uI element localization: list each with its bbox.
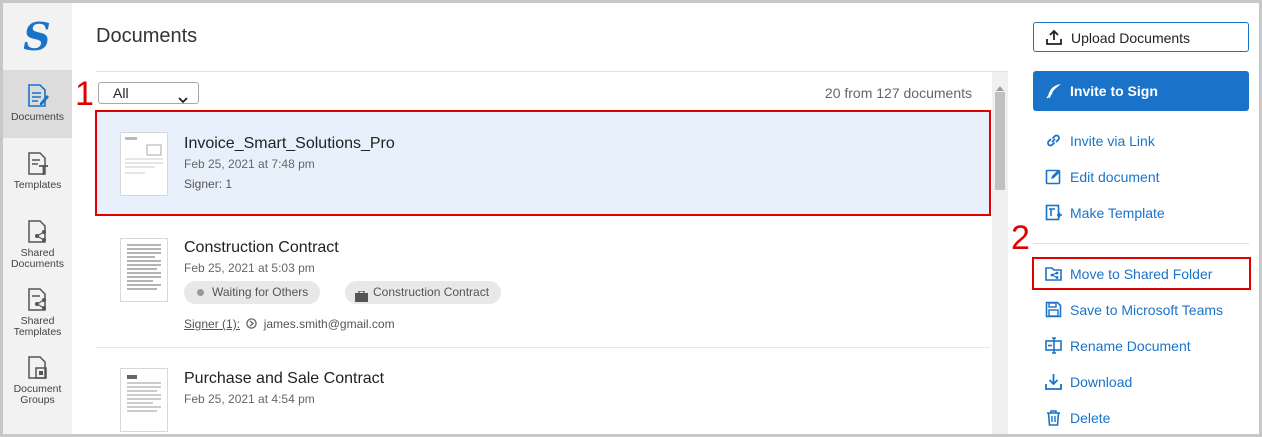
template-icon bbox=[1045, 204, 1062, 221]
document-signer: Signer (1): james.smith@gmail.com bbox=[184, 317, 395, 332]
document-count: 20 from 127 documents bbox=[824, 85, 972, 101]
sidebar-item-label: Documents bbox=[10, 111, 65, 123]
link-icon bbox=[1047, 134, 1060, 147]
sidebar-item-document-groups[interactable]: Document Groups bbox=[3, 355, 72, 411]
signer-link[interactable]: Signer (1): bbox=[184, 317, 240, 331]
edit-icon bbox=[1045, 169, 1061, 185]
document-filter-select[interactable]: All bbox=[98, 82, 199, 104]
feather-pen-icon bbox=[1046, 84, 1061, 99]
sidebar-item-shared-documents[interactable]: Shared Documents bbox=[3, 219, 72, 275]
sidebar-item-documents[interactable]: Documents bbox=[3, 70, 72, 138]
sidebar-item-shared-templates[interactable]: Shared Templates bbox=[3, 287, 72, 343]
document-row[interactable]: Purchase and Sale Contract Feb 25, 2021 … bbox=[96, 348, 990, 434]
sidebar-item-label: Shared Templates bbox=[13, 315, 62, 338]
document-name[interactable]: Purchase and Sale Contract bbox=[184, 370, 384, 388]
document-thumbnail bbox=[120, 238, 168, 302]
documents-icon bbox=[3, 83, 72, 109]
save-icon bbox=[1045, 301, 1062, 318]
app-logo: S bbox=[23, 14, 51, 59]
status-badge: Waiting for Others bbox=[184, 281, 321, 304]
folder-badge[interactable]: Construction Contract bbox=[345, 281, 502, 304]
left-sidebar: S Documents Templates Shared Documents S… bbox=[3, 3, 72, 434]
chevron-down-icon bbox=[178, 89, 188, 109]
sidebar-item-templates[interactable]: Templates bbox=[3, 151, 72, 201]
rename-icon bbox=[1045, 337, 1062, 354]
action-label: Make Template bbox=[1070, 205, 1165, 221]
action-label: Delete bbox=[1070, 410, 1111, 426]
annotation-box-1 bbox=[95, 110, 991, 216]
templates-icon bbox=[3, 151, 72, 177]
document-date: Feb 25, 2021 at 5:03 pm bbox=[184, 261, 315, 275]
trash-icon bbox=[1047, 410, 1060, 426]
upload-documents-button[interactable]: Upload Documents bbox=[1033, 22, 1249, 52]
annotation-number-2: 2 bbox=[1011, 219, 1030, 257]
invite-to-sign-button[interactable]: Invite to Sign bbox=[1033, 71, 1249, 111]
list-scrollbar[interactable] bbox=[992, 72, 1008, 434]
action-label: Download bbox=[1070, 374, 1133, 390]
folder-label: Construction Contract bbox=[373, 285, 490, 299]
document-thumbnail bbox=[120, 368, 168, 432]
action-label: Save to Microsoft Teams bbox=[1070, 302, 1224, 318]
document-date: Feb 25, 2021 at 4:54 pm bbox=[184, 392, 315, 406]
document-row[interactable]: Construction Contract Feb 25, 2021 at 5:… bbox=[96, 216, 990, 348]
action-label: Edit document bbox=[1070, 169, 1160, 185]
action-label: Rename Document bbox=[1070, 338, 1191, 354]
app-window: S Documents Templates Shared Documents S… bbox=[0, 0, 1262, 437]
scrollbar-thumb[interactable] bbox=[995, 92, 1005, 190]
signer-email: james.smith@gmail.com bbox=[263, 317, 395, 331]
action-label: Invite via Link bbox=[1070, 133, 1155, 149]
sidebar-item-label: Shared Documents bbox=[10, 247, 65, 270]
status-label: Waiting for Others bbox=[212, 285, 309, 299]
document-groups-icon bbox=[3, 355, 72, 381]
shared-folder-icon bbox=[1045, 267, 1062, 281]
actions-divider bbox=[1033, 243, 1249, 244]
arrow-circle-icon bbox=[246, 318, 260, 332]
shared-documents-icon bbox=[3, 219, 72, 245]
download-icon bbox=[1045, 374, 1062, 390]
invite-label: Invite to Sign bbox=[1070, 83, 1158, 99]
document-name[interactable]: Construction Contract bbox=[184, 239, 339, 257]
action-label: Move to Shared Folder bbox=[1070, 266, 1213, 282]
filter-value: All bbox=[113, 85, 129, 101]
shared-templates-icon bbox=[3, 287, 72, 313]
upload-icon bbox=[1046, 29, 1062, 45]
upload-label: Upload Documents bbox=[1071, 30, 1191, 46]
briefcase-icon bbox=[355, 287, 368, 310]
status-dot-icon bbox=[197, 289, 204, 296]
page-title: Documents bbox=[96, 25, 198, 47]
sidebar-item-label: Document Groups bbox=[13, 383, 62, 406]
sidebar-item-label: Templates bbox=[13, 179, 62, 191]
annotation-number-1: 1 bbox=[75, 75, 94, 113]
